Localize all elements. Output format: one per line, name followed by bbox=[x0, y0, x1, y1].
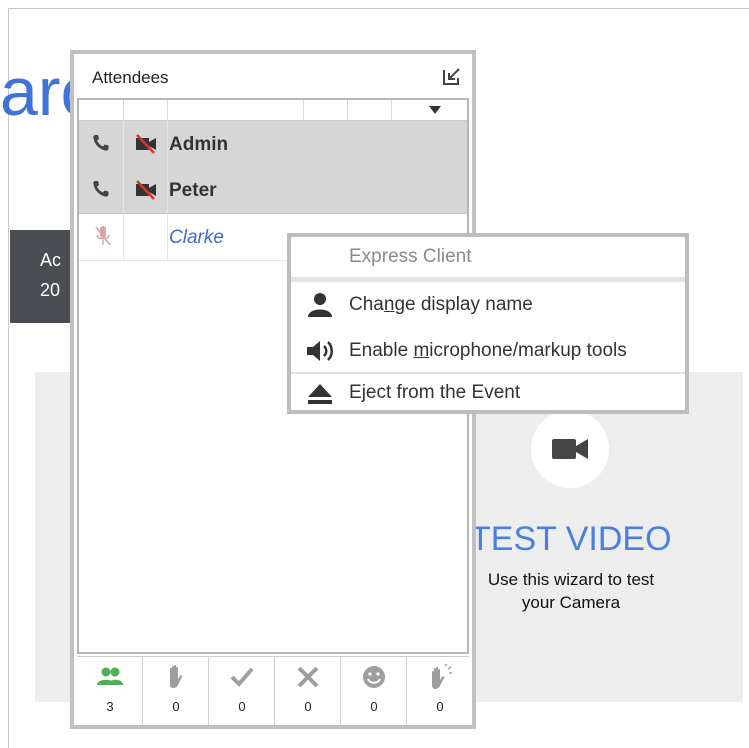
column-header bbox=[79, 100, 467, 121]
test-video-button[interactable] bbox=[531, 410, 609, 488]
menu-item-label: Change display name bbox=[349, 294, 533, 315]
phone-icon bbox=[93, 181, 109, 197]
attendees-title: Attendees bbox=[92, 68, 169, 87]
smiley-icon bbox=[363, 666, 385, 688]
people-icon bbox=[97, 667, 123, 685]
stat-smile[interactable]: 0 bbox=[341, 657, 407, 725]
stat-raise-hand[interactable]: 0 bbox=[143, 657, 209, 725]
speaker-icon bbox=[307, 341, 333, 361]
menu-item-change-display-name[interactable]: Change display name bbox=[291, 282, 685, 326]
stat-yes[interactable]: 0 bbox=[209, 657, 275, 725]
stat-applause[interactable]: 0 bbox=[407, 657, 473, 725]
attendee-name: Peter bbox=[169, 180, 217, 201]
test-video-description: Use this wizard to test your Camera bbox=[466, 568, 676, 614]
feedback-bar: 3 0 0 0 0 0 bbox=[77, 656, 469, 725]
video-camera-icon bbox=[552, 439, 588, 459]
test-video-title: TEST VIDEO bbox=[470, 520, 672, 558]
person-icon bbox=[308, 293, 332, 317]
stat-count: 0 bbox=[304, 699, 312, 714]
raise-hand-icon bbox=[170, 664, 183, 688]
video-off-icon bbox=[136, 134, 156, 154]
stat-attendees[interactable]: 3 bbox=[77, 657, 143, 725]
microphone-muted-icon bbox=[95, 226, 111, 246]
attendee-name: Clarke bbox=[169, 227, 224, 248]
context-menu-header-label: Express Client bbox=[349, 246, 472, 267]
stat-count: 0 bbox=[370, 699, 378, 714]
stat-no[interactable]: 0 bbox=[275, 657, 341, 725]
test-video-description-line-1: Use this wizard to test bbox=[487, 570, 655, 589]
attendee-row-peter[interactable]: Peter bbox=[79, 167, 467, 214]
popout-icon[interactable] bbox=[442, 66, 462, 86]
attendee-name: Admin bbox=[169, 134, 229, 155]
video-off-icon bbox=[136, 180, 156, 200]
menu-item-label: Eject from the Event bbox=[349, 382, 521, 403]
menu-item-eject[interactable]: Eject from the Event bbox=[291, 372, 685, 418]
dark-box-line-2: 20 bbox=[40, 280, 61, 300]
sort-dropdown-icon[interactable] bbox=[429, 106, 441, 114]
test-video-description-line-2: your Camera bbox=[521, 593, 621, 612]
stat-count: 0 bbox=[436, 699, 444, 714]
menu-item-label: Enable microphone/markup tools bbox=[349, 340, 627, 361]
applause-icon bbox=[432, 663, 452, 689]
stat-count: 0 bbox=[172, 699, 180, 714]
attendee-row-admin[interactable]: Admin bbox=[79, 121, 467, 168]
eject-icon bbox=[308, 384, 332, 404]
checkmark-icon bbox=[230, 667, 254, 687]
phone-icon bbox=[93, 135, 109, 151]
context-menu-header: Express Client bbox=[291, 237, 685, 282]
menu-item-enable-microphone[interactable]: Enable microphone/markup tools bbox=[291, 328, 685, 372]
stat-count: 3 bbox=[106, 699, 114, 714]
dark-box-line-1: Ac bbox=[40, 250, 62, 270]
x-icon bbox=[297, 666, 319, 688]
attendee-context-menu: Express Client Change display name Enabl… bbox=[287, 233, 689, 414]
stat-count: 0 bbox=[238, 699, 246, 714]
